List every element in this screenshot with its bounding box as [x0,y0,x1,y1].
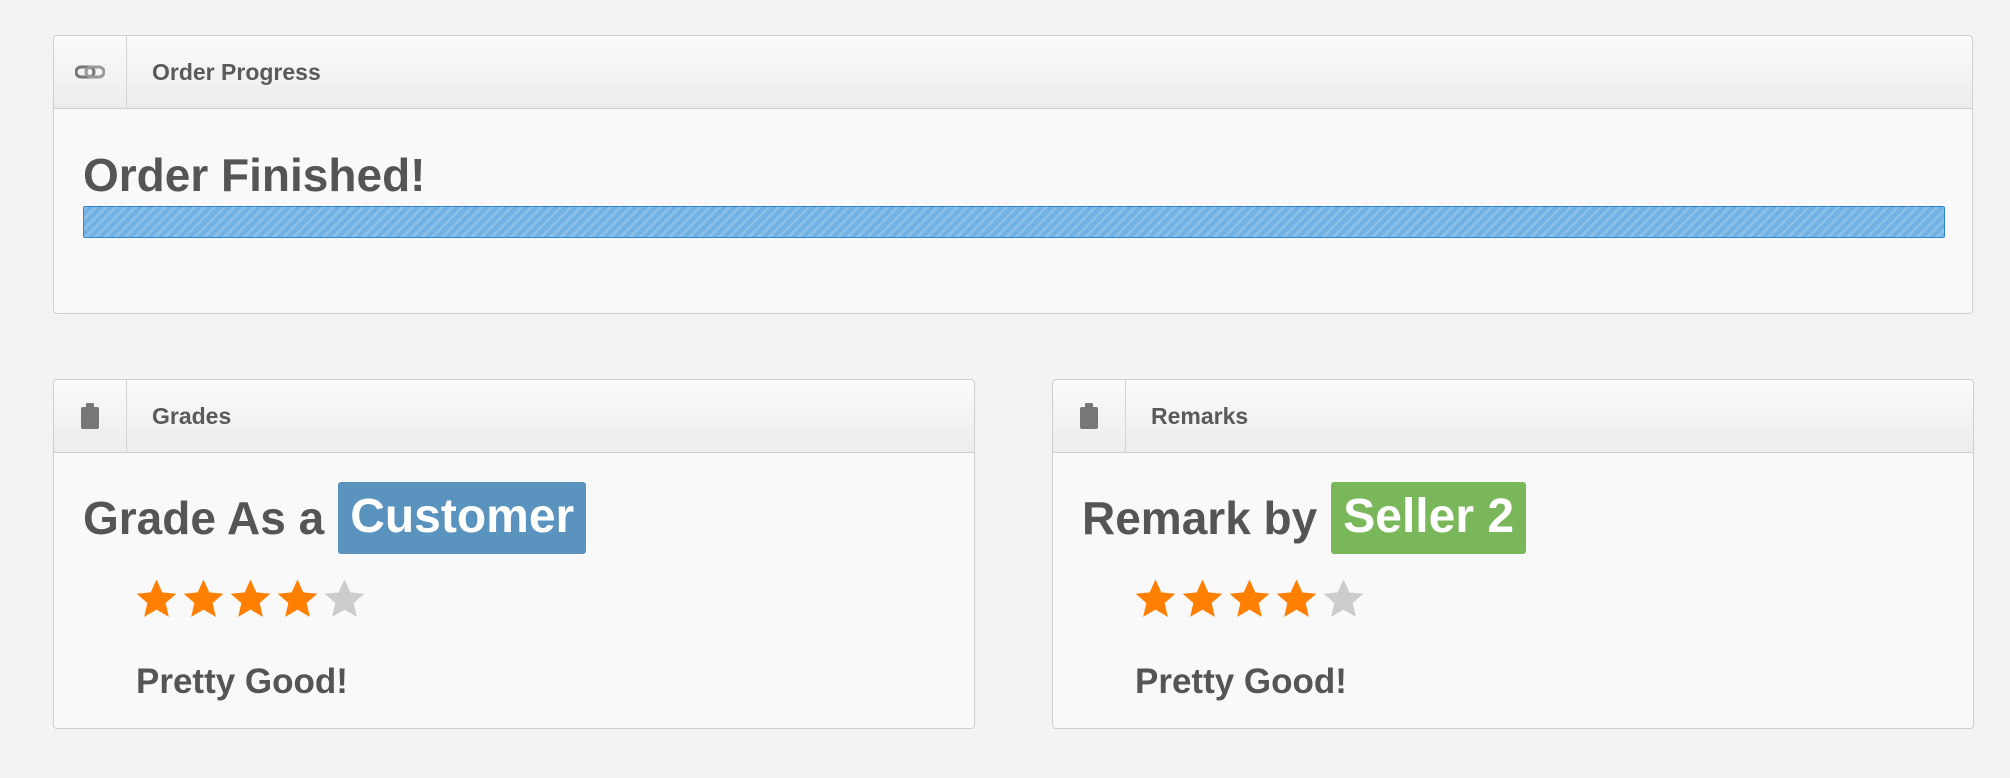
remarks-title: Remarks [1151,402,1249,429]
remark-comment: Pretty Good! [1135,662,1347,701]
order-progress-title: Order Progress [152,58,321,85]
grades-header: Grades [54,380,974,453]
grades-title: Grades [152,402,232,429]
remark-star-filled-icon[interactable] [1180,578,1225,621]
link-icon [54,36,127,108]
order-status-text: Order Finished! [83,149,426,201]
clipboard-icon [1053,380,1126,452]
grade-heading: Grade As a Customer [83,482,587,554]
grades-panel: Grades Grade As a Customer Pretty Good! [53,379,975,729]
grade-star-empty-icon[interactable] [322,578,367,621]
order-progress-bar [83,206,1945,238]
clipboard-icon [54,380,127,452]
order-progress-header: Order Progress [54,36,1972,109]
grade-star-rating[interactable] [134,578,367,621]
remarks-header: Remarks [1053,380,1973,453]
grade-heading-text: Grade As a [83,492,325,544]
grade-comment: Pretty Good! [136,662,348,701]
remark-heading-text: Remark by [1082,492,1318,544]
remark-star-filled-icon[interactable] [1274,578,1319,621]
order-progress-fill [84,207,1944,237]
remark-star-rating[interactable] [1133,578,1366,621]
remark-star-empty-icon[interactable] [1321,578,1366,621]
order-progress-panel: Order Progress Order Finished! [53,35,1973,314]
remark-heading: Remark by Seller 2 [1082,482,1527,554]
remark-star-filled-icon[interactable] [1227,578,1272,621]
grade-star-filled-icon[interactable] [275,578,320,621]
grade-star-filled-icon[interactable] [134,578,179,621]
grade-star-filled-icon[interactable] [181,578,226,621]
grade-star-filled-icon[interactable] [228,578,273,621]
seller-badge: Seller 2 [1331,482,1527,554]
remark-star-filled-icon[interactable] [1133,578,1178,621]
remarks-panel: Remarks Remark by Seller 2 Pretty Good! [1052,379,1974,729]
customer-badge: Customer [338,482,587,554]
